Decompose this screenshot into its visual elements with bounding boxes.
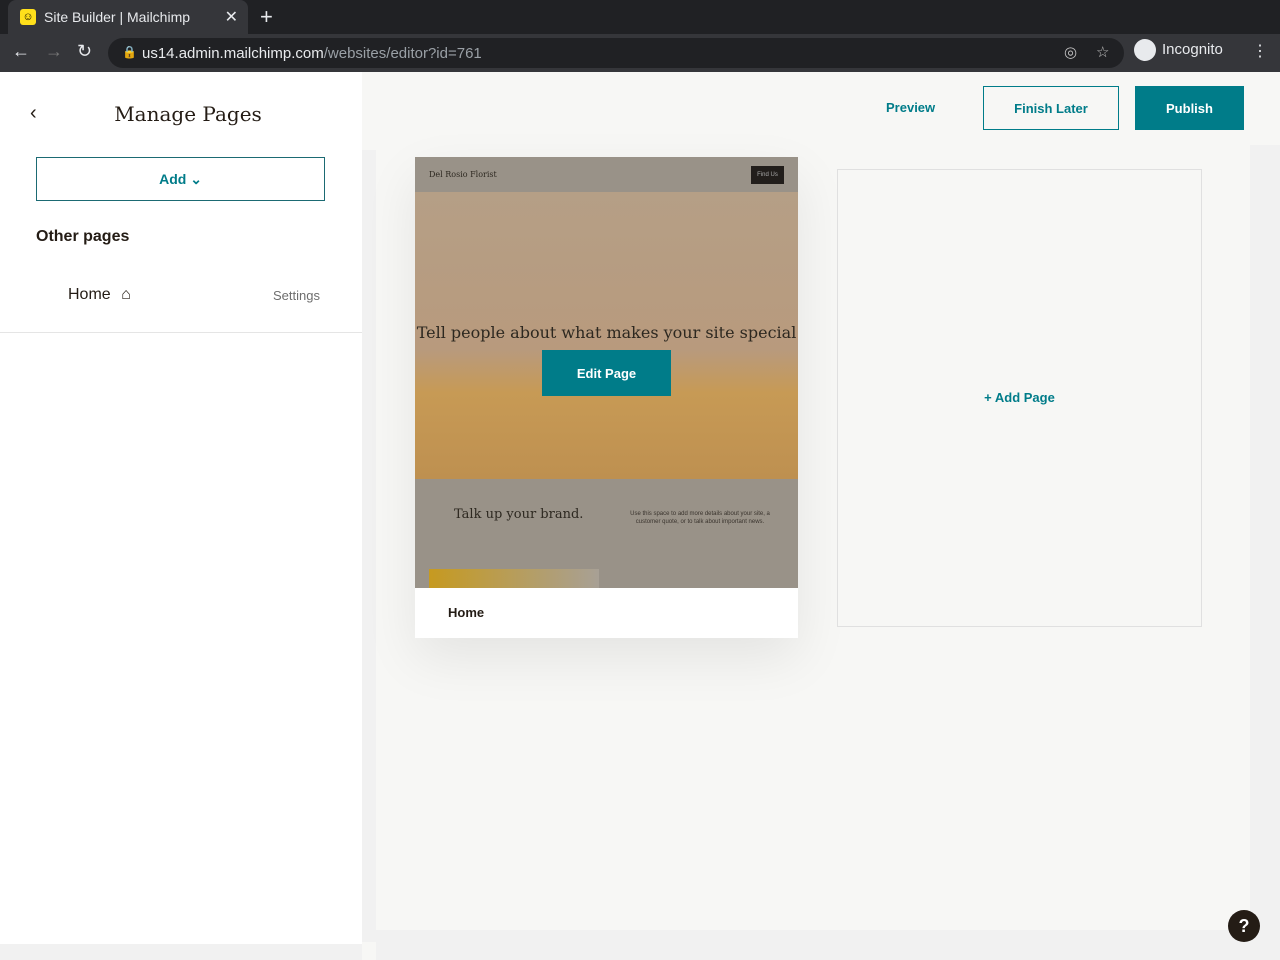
preview-button[interactable]: Preview [886,100,935,115]
finish-later-button[interactable]: Finish Later [983,86,1119,130]
thumb-image-strip [429,569,599,588]
chevron-down-icon: ⌄ [190,170,202,187]
incognito-icon [1134,39,1156,61]
edit-page-button[interactable]: Edit Page [542,350,671,396]
mailchimp-favicon-icon: ☺ [20,9,36,25]
incognito-badge[interactable]: Incognito [1134,39,1223,61]
thumb-brand: Del Rosio Florist [429,170,497,179]
url-path: /websites/editor?id=761 [323,45,482,62]
add-label: Add [159,170,187,187]
browser-tab[interactable]: ☺ Site Builder | Mailchimp ✕ [8,0,248,34]
reload-icon[interactable]: ↻ [77,41,92,62]
page-item-home[interactable]: Home ⌂ [68,286,131,304]
kebab-menu-icon[interactable]: ⋮ [1252,41,1268,61]
tab-title: Site Builder | Mailchimp [44,9,191,25]
page-title: Manage Pages [114,102,262,126]
thumb-section-body: Use this space to add more details about… [630,511,770,525]
section-heading: Other pages [36,228,130,245]
sidebar-horizontal-scrollbar[interactable] [0,944,362,960]
lock-icon: 🔒 [122,45,137,59]
add-button[interactable]: Add ⌄ [36,157,325,201]
home-icon: ⌂ [121,286,131,303]
new-tab-icon[interactable]: + [260,4,273,30]
profile-label: Incognito [1162,40,1223,58]
sidebar-scrollbar[interactable] [362,150,376,942]
back-icon[interactable]: ← [12,41,30,62]
thumb-cta: Find Us [751,166,784,184]
page-name: Home [68,286,111,303]
close-tab-icon[interactable]: ✕ [225,7,238,27]
publish-button[interactable]: Publish [1135,86,1244,130]
forward-icon[interactable]: → [45,41,63,62]
divider [0,332,362,333]
address-bar: ← → ↻ 🔒 us14.admin.mailchimp.com/website… [0,34,1280,72]
url-input[interactable]: 🔒 us14.admin.mailchimp.com/websites/edit… [108,38,1124,68]
star-icon[interactable]: ☆ [1096,43,1109,61]
page-card-label: Home [448,605,485,620]
add-page-label: Add Page [994,390,1055,405]
canvas-horizontal-scrollbar[interactable] [376,930,1280,960]
thumb-section-title: Talk up your brand. [454,507,584,522]
page-thumbnail: Del Rosio Florist Find Us Tell people ab… [415,157,798,588]
canvas-scrollbar[interactable] [1250,145,1280,930]
page-card-home[interactable]: Del Rosio Florist Find Us Tell people ab… [415,157,798,638]
settings-link[interactable]: Settings [273,288,320,303]
plus-icon: + [984,390,995,405]
eye-off-icon[interactable]: ◎ [1064,43,1077,61]
help-button[interactable]: ? [1228,910,1260,942]
browser-tabbar: ☺ Site Builder | Mailchimp ✕ + [0,0,1280,34]
url-host: us14.admin.mailchimp.com [142,45,324,62]
thumb-hero-text: Tell people about what makes your site s… [416,323,797,342]
sidebar: ‹ Manage Pages Add ⌄ Other pages Home ⌂ … [0,72,362,960]
add-page-card[interactable]: + Add Page [837,169,1202,627]
